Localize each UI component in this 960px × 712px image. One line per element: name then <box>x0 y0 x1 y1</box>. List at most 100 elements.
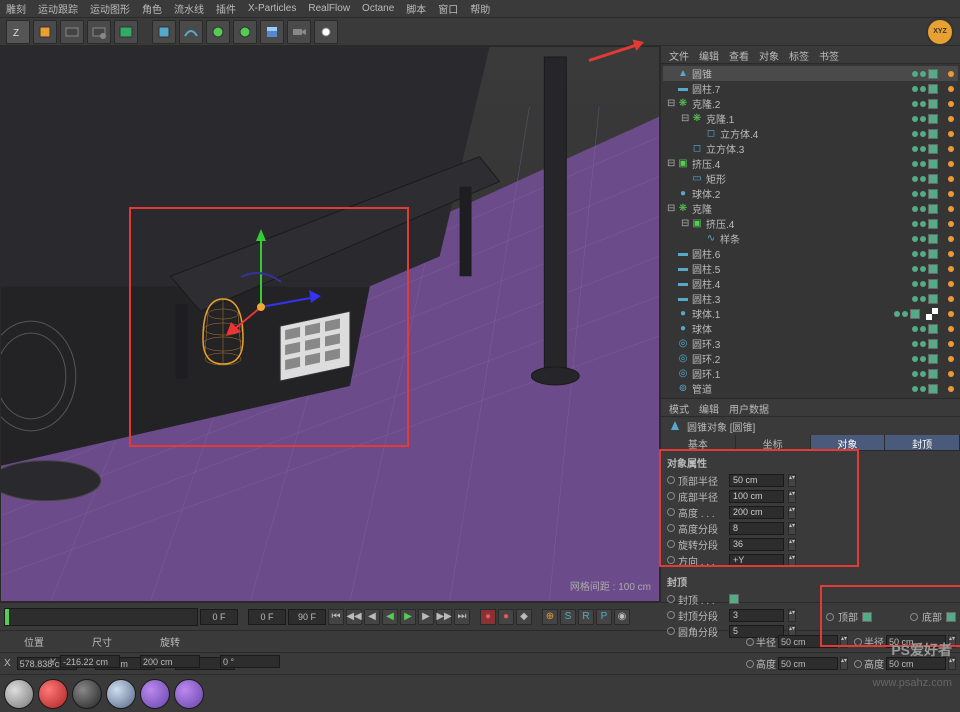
timeline-current[interactable] <box>200 609 238 625</box>
attr-tab-coord[interactable]: 坐标 <box>736 435 811 450</box>
menu-sculpt[interactable]: 雕刻 <box>6 1 26 16</box>
generator-button[interactable] <box>206 20 230 44</box>
prev-frame-button[interactable]: ◀ <box>364 609 380 625</box>
spline-button[interactable] <box>179 20 203 44</box>
spinner[interactable]: ▴▾ <box>788 506 796 519</box>
material-purple1[interactable] <box>140 679 170 709</box>
tree-item[interactable]: ▬圆柱.3 <box>663 291 958 306</box>
attr-edit[interactable]: 编辑 <box>699 401 719 414</box>
deformer-button[interactable] <box>233 20 257 44</box>
cube-primitive-button[interactable] <box>33 20 57 44</box>
viewport[interactable]: 网格间距 : 100 cm <box>0 46 660 602</box>
tree-item[interactable]: ▬圆柱.5 <box>663 261 958 276</box>
material-purple2[interactable] <box>174 679 204 709</box>
menu-window[interactable]: 窗口 <box>438 1 458 16</box>
tree-item[interactable]: ⊟▣挤压.4 <box>663 216 958 231</box>
tree-item[interactable]: ●球体.2 <box>663 186 958 201</box>
cap-top-height[interactable] <box>778 657 838 670</box>
pos-key-button[interactable]: ⊕ <box>542 609 558 625</box>
menu-plugins[interactable]: 插件 <box>216 1 236 16</box>
goto-start-button[interactable]: ⏮ <box>328 609 344 625</box>
axis-lock-button[interactable]: XYZ <box>926 18 954 46</box>
picture-viewer-button[interactable] <box>114 20 138 44</box>
om-bookmarks[interactable]: 书签 <box>819 48 839 61</box>
tree-item[interactable]: ◎圆环.1 <box>663 366 958 381</box>
menu-character[interactable]: 角色 <box>142 1 162 16</box>
tree-item[interactable]: ◻立方体.4 <box>663 126 958 141</box>
material-red[interactable] <box>38 679 68 709</box>
menu-help[interactable]: 帮助 <box>470 1 490 16</box>
attr-tab-object[interactable]: 对象 <box>811 435 886 450</box>
tree-item[interactable]: ▭矩形 <box>663 171 958 186</box>
material-dark[interactable] <box>72 679 102 709</box>
tree-item[interactable]: ◎圆环.3 <box>663 336 958 351</box>
cap-top-radius[interactable] <box>778 635 838 648</box>
material-grey[interactable] <box>4 679 34 709</box>
property-input[interactable] <box>729 538 784 551</box>
prev-key-button[interactable]: ◀◀ <box>346 609 362 625</box>
next-frame-button[interactable]: ▶ <box>418 609 434 625</box>
spinner[interactable]: ▴▾ <box>788 554 796 567</box>
camera-button[interactable] <box>287 20 311 44</box>
attr-userdata[interactable]: 用户数据 <box>729 401 769 414</box>
pla-key-button[interactable]: ◉ <box>614 609 630 625</box>
menu-script[interactable]: 脚本 <box>406 1 426 16</box>
om-tags[interactable]: 标签 <box>789 48 809 61</box>
tree-item[interactable]: ▬圆柱.4 <box>663 276 958 291</box>
cap-bot-check[interactable] <box>946 612 956 622</box>
om-edit[interactable]: 编辑 <box>699 48 719 61</box>
timeline-track[interactable] <box>4 608 198 626</box>
cap-seg-input[interactable] <box>729 609 784 622</box>
property-input[interactable] <box>729 522 784 535</box>
tree-item[interactable]: ◻立方体.3 <box>663 141 958 156</box>
play-back-button[interactable]: ◀ <box>382 609 398 625</box>
spinner[interactable]: ▴▾ <box>788 609 796 622</box>
record-button[interactable]: ● <box>480 609 496 625</box>
goto-end-button[interactable]: ⏭ <box>454 609 470 625</box>
om-view[interactable]: 查看 <box>729 48 749 61</box>
tree-item[interactable]: ◎圆环.2 <box>663 351 958 366</box>
tree-item[interactable]: ⊟❋克隆.2 <box>663 96 958 111</box>
spinner[interactable]: ▴▾ <box>788 474 796 487</box>
tree-item[interactable]: ⊟❋克隆 <box>663 201 958 216</box>
pos-y[interactable] <box>60 655 120 668</box>
attr-tab-caps[interactable]: 封顶 <box>885 435 960 450</box>
menu-octane[interactable]: Octane <box>362 3 394 14</box>
timeline-max[interactable] <box>288 609 326 625</box>
spinner[interactable]: ▴▾ <box>788 538 796 551</box>
menu-realflow[interactable]: RealFlow <box>308 3 350 14</box>
next-key-button[interactable]: ▶▶ <box>436 609 452 625</box>
cap-checkbox[interactable] <box>729 594 739 604</box>
menu-tracker[interactable]: 运动跟踪 <box>38 1 78 16</box>
tree-item[interactable]: ▬圆柱.7 <box>663 81 958 96</box>
autokey-button[interactable]: ● <box>498 609 514 625</box>
material-env[interactable] <box>106 679 136 709</box>
object-tree[interactable]: ▲圆锥▬圆柱.7⊟❋克隆.2⊟❋克隆.1◻立方体.4◻立方体.3 ⊟▣挤压.4 ▭矩… <box>661 64 960 398</box>
tree-item[interactable]: ∿样条 <box>663 231 958 246</box>
om-object[interactable]: 对象 <box>759 48 779 61</box>
move-gizmo[interactable] <box>211 277 311 377</box>
environment-button[interactable] <box>260 20 284 44</box>
property-input[interactable] <box>729 506 784 519</box>
cap-top-check[interactable] <box>862 612 872 622</box>
tree-item[interactable]: ⊟❋克隆.1 <box>663 111 958 126</box>
property-input[interactable] <box>729 554 784 567</box>
rot-p[interactable] <box>220 655 280 668</box>
menu-mograph[interactable]: 运动图形 <box>90 1 130 16</box>
tree-item[interactable]: ⊚管道 <box>663 381 958 396</box>
keyframe-sel-button[interactable]: ◆ <box>516 609 532 625</box>
tree-item[interactable]: ●球体.1 <box>663 306 958 321</box>
spinner[interactable]: ▴▾ <box>788 490 796 503</box>
render-settings-button[interactable] <box>87 20 111 44</box>
attr-tab-basic[interactable]: 基本 <box>661 435 736 450</box>
attr-mode[interactable]: 模式 <box>669 401 689 414</box>
scale-key-button[interactable]: S <box>560 609 576 625</box>
param-key-button[interactable]: P <box>596 609 612 625</box>
rot-key-button[interactable]: R <box>578 609 594 625</box>
tree-item[interactable]: ▲圆锥 <box>663 66 958 81</box>
property-input[interactable] <box>729 490 784 503</box>
om-file[interactable]: 文件 <box>669 48 689 61</box>
menu-xparticles[interactable]: X-Particles <box>248 3 296 14</box>
light-button[interactable] <box>314 20 338 44</box>
tree-item[interactable]: ●球体 <box>663 321 958 336</box>
